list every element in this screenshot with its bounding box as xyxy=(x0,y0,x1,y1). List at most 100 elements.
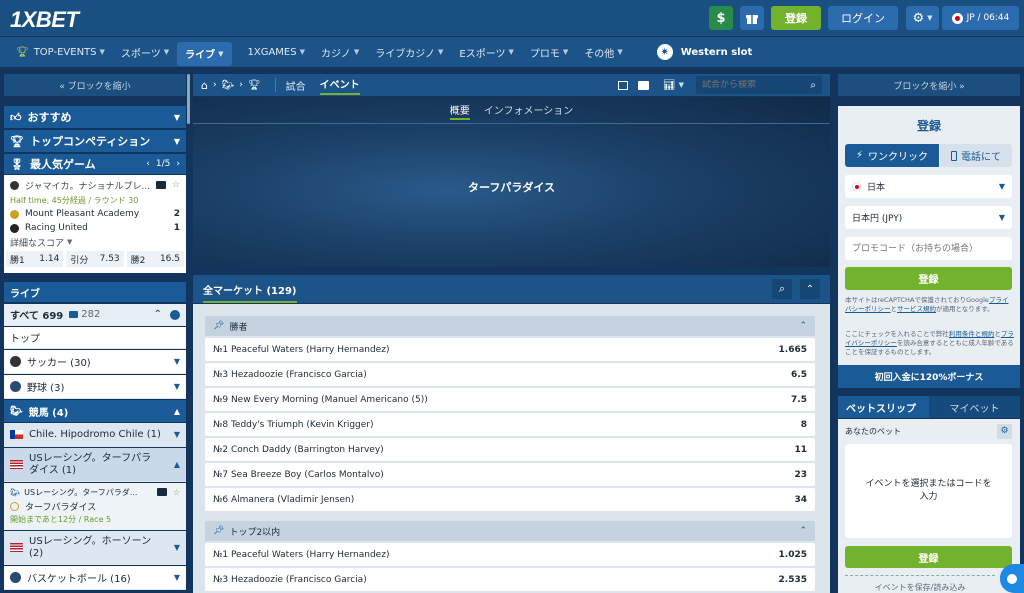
sidebar-item-baseball[interactable]: 野球 (3) ▼ xyxy=(4,375,186,399)
collapse-markets-icon[interactable]: ⌃ xyxy=(800,279,820,299)
sidebar-item-top-competitions[interactable]: 🏆︎ トップコンペティション ▼ xyxy=(4,130,186,152)
nav-casino[interactable]: カジノ ▼ xyxy=(313,37,367,67)
promo-code-field[interactable] xyxy=(845,237,1012,260)
horse-icon[interactable]: 🐎︎ xyxy=(222,80,235,91)
pin-icon[interactable]: 📌︎ xyxy=(213,526,224,536)
market-group-winner[interactable]: 📌︎ 勝者 ⌃ xyxy=(205,316,815,336)
terms-of-service-link[interactable]: サービス規約 xyxy=(897,305,936,313)
fullscreen-icon[interactable] xyxy=(617,80,628,90)
odd-value[interactable]: 6.5 xyxy=(791,370,807,380)
pin-icon[interactable]: 📌︎ xyxy=(213,321,224,331)
settings-button[interactable]: ⚙ ▼ xyxy=(906,6,939,30)
nav-sports[interactable]: スポーツ ▼ xyxy=(113,37,177,67)
odd-value[interactable]: 1.665 xyxy=(779,345,807,355)
market-row[interactable]: №2 Conch Daddy (Barrington Harvey) 11 xyxy=(205,438,815,461)
sidebar-item-recommended[interactable]: 👍︎ おすすめ ▼ xyxy=(4,106,186,128)
odds-button-1[interactable]: 勝1 1.14 xyxy=(6,251,64,267)
chevron-right-icon[interactable]: › xyxy=(176,159,180,169)
market-search-icon[interactable]: ⌕ xyxy=(772,279,792,299)
odd-value[interactable]: 23 xyxy=(794,470,807,480)
market-row[interactable]: №8 Teddy's Triumph (Kevin Krigger) 8 xyxy=(205,413,815,436)
sidebar-item-horse-racing[interactable]: 🐎︎ 競馬 (4) ▲ xyxy=(4,400,186,422)
tab-bet-slip[interactable]: ベットスリップ xyxy=(838,396,929,418)
match-search-input[interactable] xyxy=(702,80,802,90)
market-row[interactable]: №9 New Every Morning (Manuel Americano (… xyxy=(205,388,815,411)
sidebar-item-basketball[interactable]: バスケットボール (16) ▼ xyxy=(4,566,186,590)
odd-value[interactable]: 11 xyxy=(794,445,807,455)
star-icon[interactable]: ☆ xyxy=(172,180,180,190)
market-group-top2[interactable]: 📌︎ トップ2以内 ⌃ xyxy=(205,521,815,541)
tab-by-phone[interactable]: 電話にて xyxy=(940,144,1012,167)
deposit-button[interactable]: $ xyxy=(709,6,733,30)
nav-esports[interactable]: Eスポーツ ▼ xyxy=(451,37,522,67)
search-icon[interactable]: ⌕ xyxy=(810,80,816,91)
nav-promo[interactable]: プロモ ▼ xyxy=(522,37,576,67)
promo-code-input[interactable] xyxy=(845,237,1012,260)
live-event-card[interactable]: 🐎︎ USレーシング。ターフパラダ... ☆ ターフパラダイス 開始まであと12… xyxy=(4,483,186,530)
odd-value[interactable]: 7.5 xyxy=(791,395,807,405)
trophy-icon[interactable]: 🏆︎ xyxy=(248,80,261,91)
popular-game-card[interactable]: ジャマイカ。ナショナルプレ... ☆ Half time, 45分経過 / ラウ… xyxy=(4,175,186,273)
left-collapse-button[interactable]: « ブロックを縮小 xyxy=(4,74,186,96)
nav-more[interactable]: その他 ▼ xyxy=(576,37,630,67)
match-search[interactable]: ⌕ xyxy=(696,76,822,94)
nav-top-events[interactable]: 🏆︎ TOP-EVENTS ▼ xyxy=(8,37,113,67)
market-row[interactable]: №1 Peaceful Waters (Harry Hernandez) 1.66… xyxy=(205,338,815,361)
video-icon[interactable] xyxy=(155,181,166,189)
sidebar-item-soccer[interactable]: サッカー (30) ▼ xyxy=(4,350,186,374)
video-play-icon[interactable] xyxy=(637,80,649,90)
terms-link[interactable]: 利用条件と規約 xyxy=(949,330,995,338)
star-icon[interactable]: ☆ xyxy=(173,488,180,497)
language-time-button[interactable]: JP / 06:44 xyxy=(942,6,1019,30)
live-all-row[interactable]: すべて 699 282 ⌃ xyxy=(4,304,186,326)
odds-button-2[interactable]: 勝2 16.5 xyxy=(126,251,184,267)
odd-value[interactable]: 2.535 xyxy=(779,575,807,585)
nav-western-slot[interactable]: ✷ Western slot xyxy=(649,37,761,67)
gift-button[interactable] xyxy=(740,6,764,30)
market-row[interactable]: №1 Peaceful Waters (Harry Hernandez) 1.02… xyxy=(205,543,815,566)
nav-live[interactable]: ライブ ▼ xyxy=(177,41,232,66)
sidebar-item-us-turf-paradise[interactable]: USレーシング。ターフパラダイス (1) ▲ xyxy=(4,448,186,482)
subtab-overview[interactable]: 概要 xyxy=(449,102,470,120)
tab-my-bets[interactable]: マイベット xyxy=(929,396,1020,418)
subtab-information[interactable]: インフォメーション xyxy=(484,102,574,124)
stats-icon[interactable]: 📊︎ xyxy=(663,80,676,91)
collapse-all-icon[interactable]: ⌃ xyxy=(154,309,162,320)
country-select[interactable]: 日本 ▼ xyxy=(845,175,1012,198)
market-row[interactable]: №3 Hezadoozie (Francisco Garcia) 2.535 xyxy=(205,568,815,591)
save-load-events-link[interactable]: イベントを保存/読み込み xyxy=(845,575,995,593)
right-collapse-button[interactable]: ブロックを縮小 » xyxy=(838,74,1020,96)
tab-events[interactable]: イベント xyxy=(319,76,360,95)
market-row[interactable]: №6 Almanera (Vladimir Jensen) 34 xyxy=(205,488,815,511)
home-icon[interactable]: ⌂ xyxy=(201,79,208,92)
tab-one-click[interactable]: ⚡︎ ワンクリック xyxy=(845,144,939,167)
logo[interactable]: 1XBET xyxy=(10,7,79,33)
sidebar-item-chile[interactable]: Chile. Hipodromo Chile (1) ▼ xyxy=(4,423,186,447)
first-deposit-bonus-banner[interactable]: 初回入金に120%ボーナス xyxy=(838,365,1020,388)
live-top-row[interactable]: トップ xyxy=(4,327,186,349)
odd-value[interactable]: 8 xyxy=(801,420,807,430)
globe-icon[interactable] xyxy=(170,309,180,320)
nav-1xgames[interactable]: 1XGAMES ▼ xyxy=(240,37,314,67)
market-row[interactable]: №3 Hezadoozie (Francisco Garcia) 6.5 xyxy=(205,363,815,386)
support-chat-button[interactable] xyxy=(1000,564,1024,593)
gear-icon[interactable]: ⚙ xyxy=(997,423,1012,439)
odds-button-draw[interactable]: 引分 7.53 xyxy=(66,251,124,267)
video-icon[interactable] xyxy=(156,488,167,496)
chevron-left-icon[interactable]: ‹ xyxy=(146,159,150,169)
left-scrollbar[interactable] xyxy=(187,74,190,124)
video-icon xyxy=(69,311,79,318)
sidebar-item-us-hawthorne[interactable]: USレーシング。ホーソーン (2) ▼ xyxy=(4,531,186,565)
bet-slip-register-button[interactable]: 登録 xyxy=(845,546,1012,568)
register-submit-button[interactable]: 登録 xyxy=(845,267,1012,290)
odd-value[interactable]: 1.025 xyxy=(779,550,807,560)
nav-live-casino[interactable]: ライブカジノ ▼ xyxy=(367,37,451,67)
market-row[interactable]: №7 Sea Breeze Boy (Carlos Montalvo) 23 xyxy=(205,463,815,486)
login-button[interactable]: ログイン xyxy=(828,6,898,30)
detailed-score-link[interactable]: 詳細なスコア ▼ xyxy=(4,235,186,249)
currency-select[interactable]: 日本円 (JPY) ▼ xyxy=(845,206,1012,229)
register-button[interactable]: 登録 xyxy=(771,6,821,30)
odd-value[interactable]: 34 xyxy=(794,495,807,505)
all-markets-tab[interactable]: 全マーケット (129) xyxy=(203,282,297,303)
tab-matches[interactable]: 試合 xyxy=(286,78,306,93)
